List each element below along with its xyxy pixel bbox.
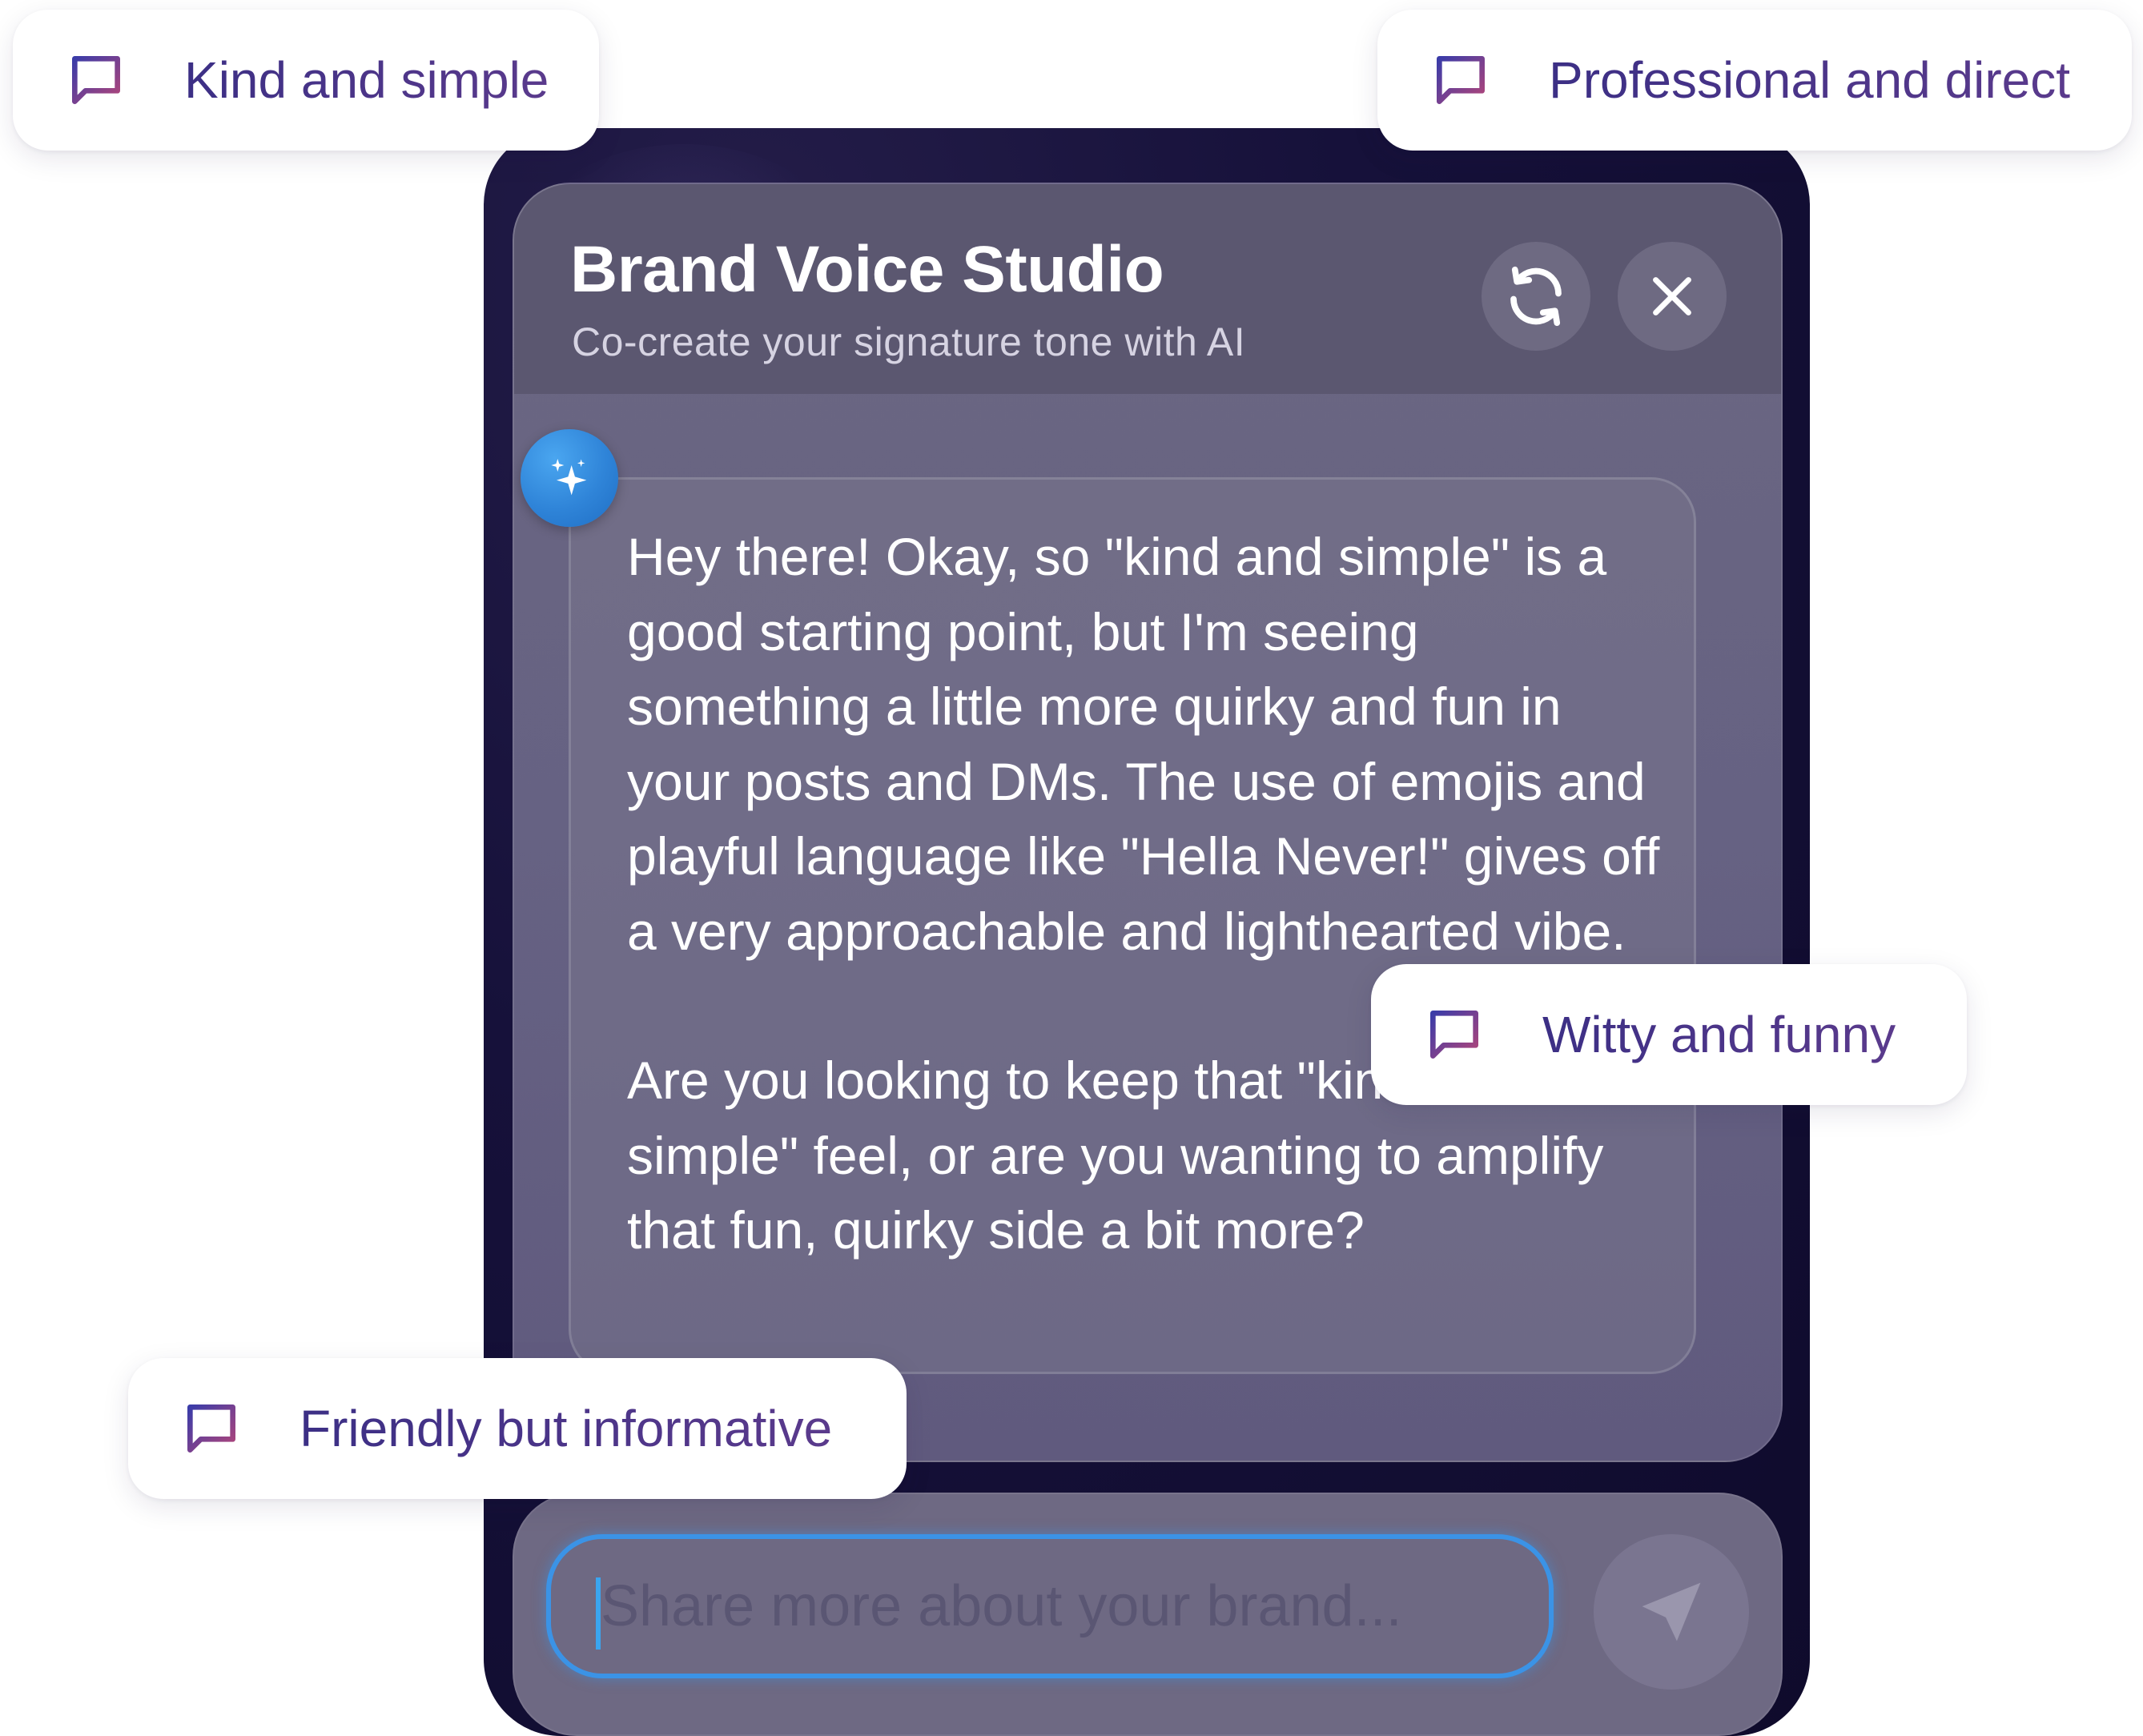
send-button[interactable]: [1594, 1534, 1749, 1690]
assistant-message-text: Hey there! Okay, so "kind and simple" is…: [627, 520, 1668, 1268]
chat-bubble-icon: [1437, 56, 1485, 104]
card-header: Brand Voice Studio Co-create your signat…: [514, 184, 1781, 394]
tone-chip-witty-and-funny[interactable]: Witty and funny: [1371, 964, 1967, 1105]
sparkle-icon: [551, 459, 587, 496]
tone-chip-label: Kind and simple: [184, 51, 549, 109]
page-subtitle: Co-create your signature tone with AI: [572, 319, 1246, 364]
tone-chip-kind-and-simple[interactable]: Kind and simple: [13, 10, 599, 151]
chat-bubble-icon: [187, 1404, 235, 1453]
message-paragraph: Hey there! Okay, so "kind and simple" is…: [627, 527, 1660, 961]
message-input[interactable]: [596, 1539, 1549, 1674]
tone-chip-professional-and-direct[interactable]: Professional and direct: [1377, 10, 2132, 151]
assistant-message-bubble: Hey there! Okay, so "kind and simple" is…: [569, 477, 1696, 1374]
chat-bubble-icon: [1430, 1011, 1478, 1059]
text-caret: [596, 1577, 601, 1650]
stage: Brand Voice Studio Co-create your signat…: [0, 0, 2143, 1736]
composer: [513, 1493, 1783, 1736]
tone-chip-label: Professional and direct: [1549, 51, 2071, 109]
refresh-button[interactable]: [1482, 242, 1590, 351]
page-title: Brand Voice Studio: [570, 233, 1164, 306]
assistant-avatar: [521, 429, 618, 527]
tone-chip-friendly-but-informative[interactable]: Friendly but informative: [128, 1358, 907, 1499]
message-input-wrapper[interactable]: [546, 1534, 1554, 1678]
chat-bubble-icon: [72, 56, 121, 104]
close-icon: [1653, 277, 1691, 315]
tone-chip-label: Friendly but informative: [300, 1400, 833, 1457]
tone-chip-label: Witty and funny: [1542, 1006, 1896, 1063]
send-icon: [1642, 1582, 1701, 1642]
close-button[interactable]: [1618, 242, 1727, 351]
refresh-icon: [1510, 266, 1562, 327]
